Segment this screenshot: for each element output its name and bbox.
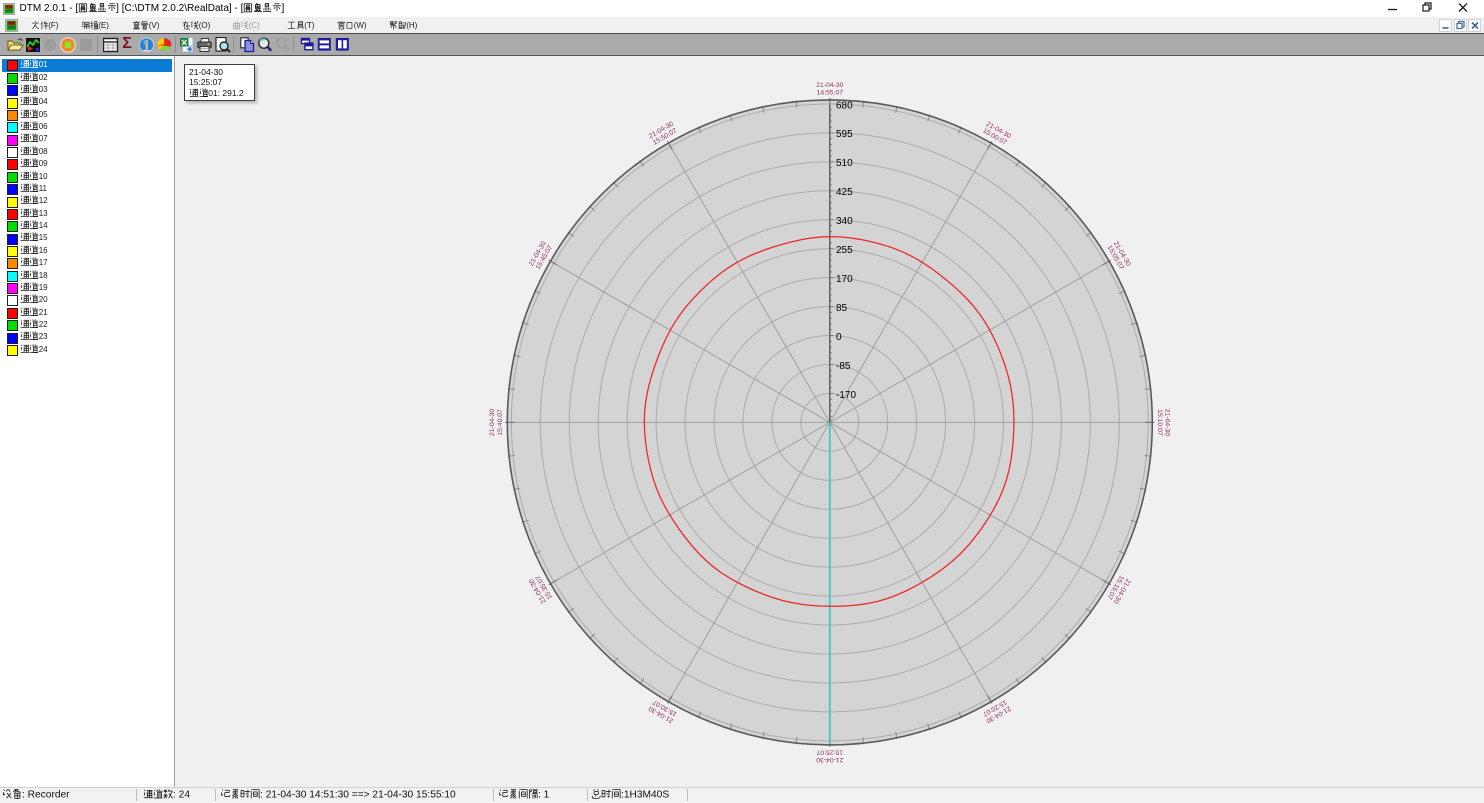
svg-text:-85: -85 xyxy=(836,361,851,372)
svg-text:85: 85 xyxy=(836,303,848,314)
svg-text:21-04-30: 21-04-30 xyxy=(489,409,496,436)
svg-text:680: 680 xyxy=(836,100,853,111)
svg-text:-170: -170 xyxy=(836,390,856,401)
svg-text:21-04-30: 21-04-30 xyxy=(816,82,843,89)
svg-text:15:25:07: 15:25:07 xyxy=(816,748,843,755)
svg-text:170: 170 xyxy=(836,274,853,285)
svg-text:510: 510 xyxy=(836,158,853,169)
svg-text:425: 425 xyxy=(836,187,853,198)
svg-text:15:10:07: 15:10:07 xyxy=(1156,409,1163,436)
svg-text:21-04-30: 21-04-30 xyxy=(816,756,843,763)
svg-text:14:55:07: 14:55:07 xyxy=(817,89,844,96)
svg-text:340: 340 xyxy=(836,216,853,227)
svg-text:15:40:07: 15:40:07 xyxy=(497,409,504,436)
svg-text:255: 255 xyxy=(836,245,853,256)
svg-text:595: 595 xyxy=(836,129,853,140)
svg-text:21-04-30: 21-04-30 xyxy=(1163,409,1170,436)
svg-text:0: 0 xyxy=(836,332,842,343)
